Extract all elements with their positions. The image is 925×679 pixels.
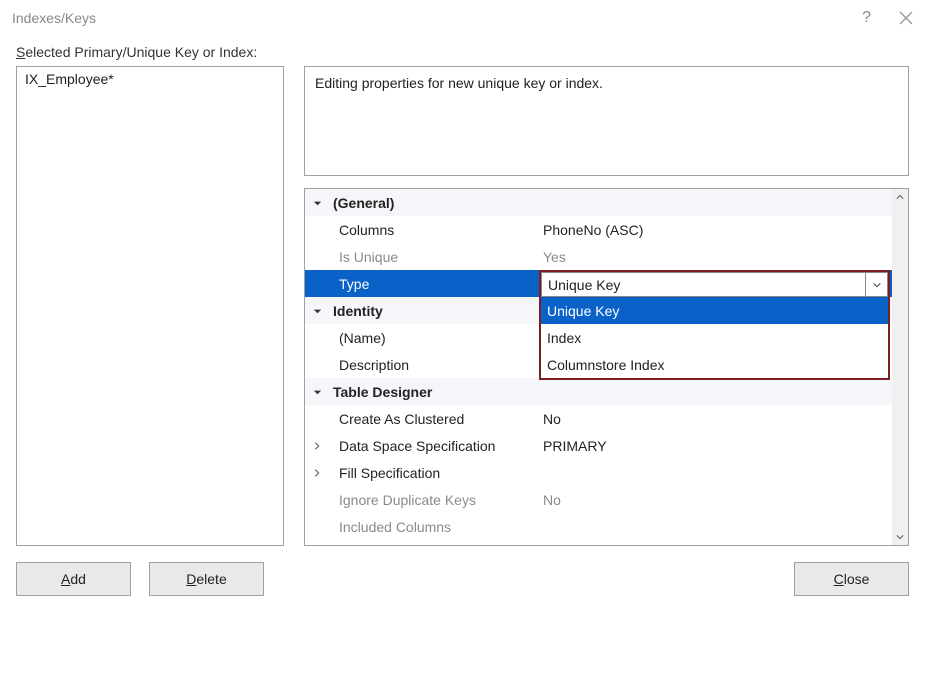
prop-value[interactable]: PRIMARY: [539, 438, 892, 454]
prop-data-space-specification[interactable]: Data Space Specification PRIMARY: [305, 432, 892, 459]
index-list[interactable]: IX_Employee*: [16, 66, 284, 546]
scroll-up-icon[interactable]: [892, 189, 908, 205]
chevron-right-icon[interactable]: [305, 468, 329, 478]
list-item[interactable]: IX_Employee*: [25, 71, 275, 87]
prop-label: (Name): [329, 330, 539, 346]
combobox-value[interactable]: Unique Key: [542, 277, 865, 293]
prop-label: Ignore Duplicate Keys: [329, 492, 539, 508]
chevron-down-icon[interactable]: [305, 197, 329, 208]
close-icon[interactable]: [899, 11, 913, 25]
prop-label: Included Columns: [329, 519, 539, 535]
category-general[interactable]: (General): [305, 189, 892, 216]
prop-label: Data Space Specification: [329, 438, 539, 454]
prop-label: Is Unique: [329, 249, 539, 265]
prop-fill-specification[interactable]: Fill Specification: [305, 459, 892, 486]
category-table-designer[interactable]: Table Designer: [305, 378, 892, 405]
help-button[interactable]: ?: [862, 9, 871, 27]
chevron-down-icon[interactable]: [305, 305, 329, 316]
scroll-down-icon[interactable]: [892, 529, 908, 545]
prop-value: No: [539, 492, 892, 508]
prop-label: Fill Specification: [329, 465, 539, 481]
prop-is-unique: Is Unique Yes: [305, 243, 892, 270]
titlebar: Indexes/Keys ?: [0, 0, 925, 36]
chevron-right-icon[interactable]: [305, 441, 329, 451]
combobox-option[interactable]: Columnstore Index: [541, 351, 888, 378]
chevron-down-icon[interactable]: [865, 273, 887, 296]
prop-label: Create As Clustered: [329, 411, 539, 427]
prop-columns[interactable]: Columns PhoneNo (ASC): [305, 216, 892, 243]
chevron-down-icon[interactable]: [305, 386, 329, 397]
combobox-option[interactable]: Unique Key: [541, 297, 888, 324]
type-combobox[interactable]: Unique Key Unique Key Index Columnstore …: [539, 270, 890, 380]
prop-label: Type: [329, 276, 539, 292]
scrollbar[interactable]: [892, 189, 908, 545]
prop-label: Description: [329, 357, 539, 373]
prop-included-columns: Included Columns: [305, 513, 892, 540]
prop-create-as-clustered[interactable]: Create As Clustered No: [305, 405, 892, 432]
add-button[interactable]: Add: [16, 562, 131, 596]
combobox-list: Unique Key Index Columnstore Index: [541, 297, 888, 378]
delete-button[interactable]: Delete: [149, 562, 264, 596]
combobox-option[interactable]: Index: [541, 324, 888, 351]
property-grid: (General) Columns PhoneNo (ASC) Is Uniqu…: [304, 188, 909, 546]
prop-value[interactable]: No: [539, 411, 892, 427]
close-button[interactable]: Close: [794, 562, 909, 596]
prop-ignore-duplicate-keys: Ignore Duplicate Keys No: [305, 486, 892, 513]
prop-value[interactable]: PhoneNo (ASC): [539, 222, 892, 238]
prop-value: Yes: [539, 249, 892, 265]
window-title: Indexes/Keys: [12, 10, 96, 26]
description-panel: Editing properties for new unique key or…: [304, 66, 909, 176]
prop-label: Columns: [329, 222, 539, 238]
list-label: Selected Primary/Unique Key or Index:: [16, 44, 909, 60]
